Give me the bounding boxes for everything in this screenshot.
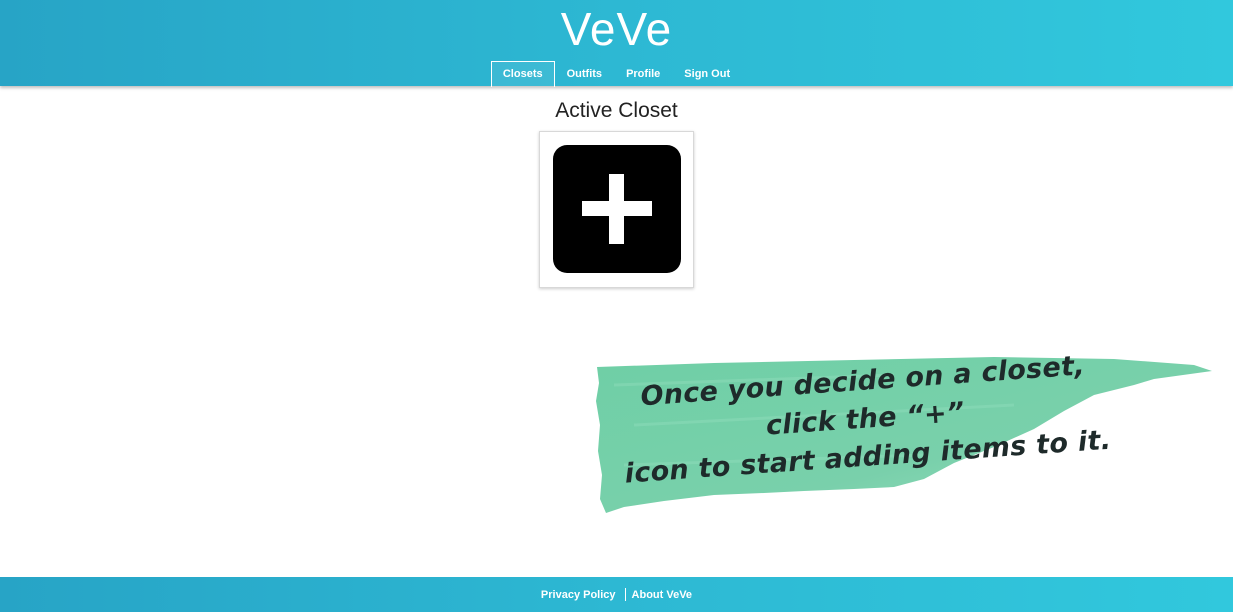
footer-divider (624, 588, 626, 601)
add-closet-item-button[interactable] (539, 131, 694, 288)
page-title: Active Closet (555, 99, 678, 122)
plus-icon-horizontal (582, 201, 652, 216)
footer-links: Privacy Policy About VeVe (0, 588, 1233, 601)
privacy-policy-link[interactable]: Privacy Policy (541, 589, 616, 601)
main-nav: Closets Outfits Profile Sign Out (0, 61, 1233, 87)
brand-title[interactable]: VeVe (0, 2, 1233, 56)
nav-profile[interactable]: Profile (614, 61, 672, 87)
nav-sign-out[interactable]: Sign Out (672, 61, 742, 87)
nav-closets[interactable]: Closets (490, 61, 555, 87)
header-bar: VeVe Closets Outfits Profile Sign Out (0, 0, 1233, 87)
footer-bar: Privacy Policy About VeVe (0, 577, 1233, 612)
nav-outfits[interactable]: Outfits (555, 61, 614, 87)
tooltip-callout: Once you decide on a closet, click the “… (594, 350, 1214, 515)
about-veve-link[interactable]: About VeVe (632, 589, 693, 601)
plus-icon[interactable] (553, 145, 681, 273)
